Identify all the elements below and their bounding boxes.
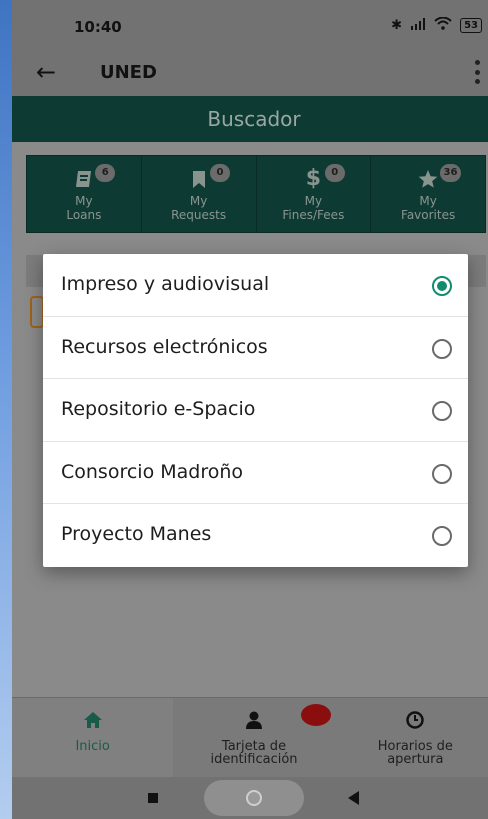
option-label: Impreso y audiovisual [61,273,270,295]
bookmark-icon [188,168,210,190]
search-scope-dialog: Impreso y audiovisual Recursos electróni… [43,254,468,567]
favorites-badge: 36 [439,164,462,182]
tile-label-line1: My [304,194,323,208]
tile-label: My Loans [27,194,141,222]
nav-label-line1: Inicio [75,739,110,754]
radio-unselected-icon[interactable] [432,401,452,422]
signal-icon [410,17,426,34]
status-bar: 10:40 ✱ 53 [12,0,488,50]
status-icons: ✱ 53 [391,16,482,34]
home-icon [83,710,103,730]
recents-button[interactable] [148,793,158,803]
book-icon [73,168,95,190]
status-time: 10:40 [74,18,122,36]
tile-my-favorites[interactable]: 36 My Favorites [371,156,485,232]
radio-unselected-icon[interactable] [432,526,452,547]
nav-tarjeta-identificacion[interactable]: Tarjeta de identificación [173,698,334,777]
back-arrow-icon[interactable]: ← [36,58,56,86]
fines-badge: 0 [324,164,345,182]
option-label: Consorcio Madroño [61,460,244,483]
option-proyecto-manes[interactable]: Proyecto Manes [43,504,468,567]
loans-badge: 6 [95,164,116,182]
home-circle-icon [246,790,262,806]
tile-label-line1: My [75,194,93,208]
nav-label-line2: apertura [387,752,444,767]
dollar-icon: $ [305,166,322,191]
option-label: Repositorio e-Spacio [61,398,256,421]
person-icon [244,710,264,730]
star-icon [417,168,439,190]
tile-label-line2: Favorites [401,208,456,222]
back-triangle-button[interactable] [348,791,359,805]
system-navigation-bar [12,777,488,819]
wifi-icon [434,16,452,34]
option-repositorio-e-spacio[interactable]: Repositorio e-Spacio [43,379,468,442]
requests-badge: 0 [210,164,230,182]
bottom-navigation: Inicio Tarjeta de identificación Horario… [12,697,488,777]
nav-label: Inicio [12,740,173,753]
tile-label-line2: Fines/Fees [282,208,345,222]
tile-my-requests[interactable]: 0 My Requests [142,156,257,232]
radio-unselected-icon[interactable] [432,338,452,359]
tile-label: My Requests [142,194,256,222]
tile-label-line1: My [419,194,437,208]
app-bar: ← UNED [12,50,488,96]
option-label: Recursos electrónicos [61,335,268,358]
option-label: Proyecto Manes [61,523,212,546]
overflow-menu-icon[interactable] [474,60,480,84]
option-consorcio-madrono[interactable]: Consorcio Madroño [43,442,468,505]
home-button[interactable] [204,780,304,816]
option-recursos-electronicos[interactable]: Recursos electrónicos [43,317,468,380]
notification-dot [301,704,332,726]
tile-label: My Fines/Fees [257,194,371,222]
tile-my-fines-fees[interactable]: $ 0 My Fines/Fees [257,156,372,232]
nav-horarios-apertura[interactable]: Horarios de apertura [335,698,488,777]
nav-inicio[interactable]: Inicio [12,698,174,777]
radio-selected-icon[interactable] [432,276,452,296]
tile-label: My Favorites [371,194,485,222]
bluetooth-icon: ✱ [391,18,403,33]
account-tiles: 6 My Loans 0 My Requests $ 0 My Fines/Fe… [26,155,486,233]
search-input-edge [30,296,44,328]
radio-unselected-icon[interactable] [432,463,452,484]
nav-label: Tarjeta de identificación [173,740,334,766]
option-impreso-audiovisual[interactable]: Impreso y audiovisual [43,254,468,317]
search-header: Buscador [12,96,488,142]
tile-label-line2: Requests [171,208,227,222]
nav-label: Horarios de apertura [335,740,488,766]
app-title: UNED [100,62,157,83]
tile-my-loans[interactable]: 6 My Loans [27,156,142,232]
tile-label-line1: My [189,194,208,208]
tile-label-line2: Loans [66,208,102,222]
clock-icon [405,710,425,730]
battery-icon: 53 [460,18,482,33]
nav-label-line2: identificación [210,752,298,767]
phone-screen: 10:40 ✱ 53 ← UNED Buscador 6 My Loans 0 … [12,0,488,819]
